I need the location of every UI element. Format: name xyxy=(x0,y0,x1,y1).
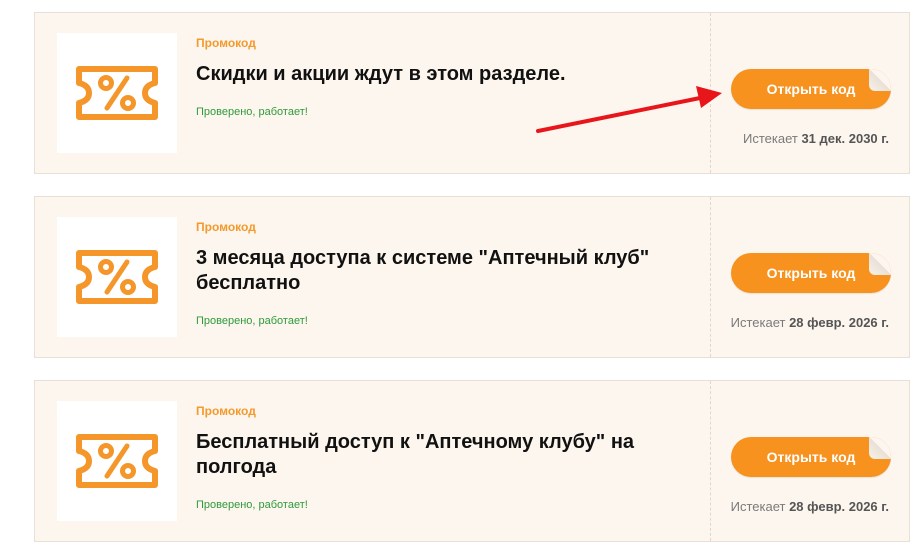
coupon-title[interactable]: 3 месяца доступа к системе "Аптечный клу… xyxy=(196,246,696,296)
verified-status: Проверено, работает! xyxy=(196,106,308,118)
coupon-title[interactable]: Скидки и акции ждут в этом разделе. xyxy=(196,62,696,87)
expiry-date: Истекает 31 дек. 2030 г. xyxy=(743,131,889,146)
expiry-value: 28 февр. 2026 г. xyxy=(789,499,889,514)
open-code-button-label: Открыть код xyxy=(766,449,856,465)
coupon-logo xyxy=(57,217,177,337)
expiry-prefix: Истекает xyxy=(742,131,798,146)
corner-fold-icon xyxy=(869,253,891,275)
coupon-type-label: Промокод xyxy=(196,404,256,418)
percent-ticket-icon xyxy=(76,66,158,120)
open-code-button[interactable]: Открыть код xyxy=(731,437,891,477)
expiry-prefix: Истекает xyxy=(730,499,786,514)
open-code-button-label: Открыть код xyxy=(766,81,856,97)
corner-fold-icon xyxy=(869,69,891,91)
coupon-list: Промокод Скидки и акции ждут в этом разд… xyxy=(0,0,922,557)
coupon-title[interactable]: Бесплатный доступ к "Аптечному клубу" на… xyxy=(196,430,696,480)
open-code-button-label: Открыть код xyxy=(766,265,856,281)
coupon-card: Промокод Бесплатный доступ к "Аптечному … xyxy=(34,380,910,542)
coupon-action-area: Открыть код Истекает 28 февр. 2026 г. xyxy=(711,381,909,541)
percent-ticket-icon xyxy=(76,250,158,304)
coupon-info: Промокод Бесплатный доступ к "Аптечному … xyxy=(196,403,696,523)
verified-status: Проверено, работает! xyxy=(196,499,308,511)
coupon-action-area: Открыть код Истекает 28 февр. 2026 г. xyxy=(711,197,909,357)
coupon-logo xyxy=(57,401,177,521)
coupon-action-area: Открыть код Истекает 31 дек. 2030 г. xyxy=(711,13,909,173)
open-code-button[interactable]: Открыть код xyxy=(731,69,891,109)
percent-ticket-icon xyxy=(76,434,158,488)
coupon-info: Промокод Скидки и акции ждут в этом разд… xyxy=(196,35,696,155)
coupon-card: Промокод 3 месяца доступа к системе "Апт… xyxy=(34,196,910,358)
expiry-date: Истекает 28 февр. 2026 г. xyxy=(731,315,889,330)
coupon-logo xyxy=(57,33,177,153)
corner-fold-icon xyxy=(869,437,891,459)
coupon-info: Промокод 3 месяца доступа к системе "Апт… xyxy=(196,219,696,339)
coupon-type-label: Промокод xyxy=(196,220,256,234)
expiry-value: 28 февр. 2026 г. xyxy=(789,315,889,330)
expiry-date: Истекает 28 февр. 2026 г. xyxy=(731,499,889,514)
coupon-type-label: Промокод xyxy=(196,36,256,50)
expiry-value: 31 дек. 2030 г. xyxy=(801,131,889,146)
coupon-card: Промокод Скидки и акции ждут в этом разд… xyxy=(34,12,910,174)
verified-status: Проверено, работает! xyxy=(196,315,308,327)
open-code-button[interactable]: Открыть код xyxy=(731,253,891,293)
expiry-prefix: Истекает xyxy=(730,315,786,330)
